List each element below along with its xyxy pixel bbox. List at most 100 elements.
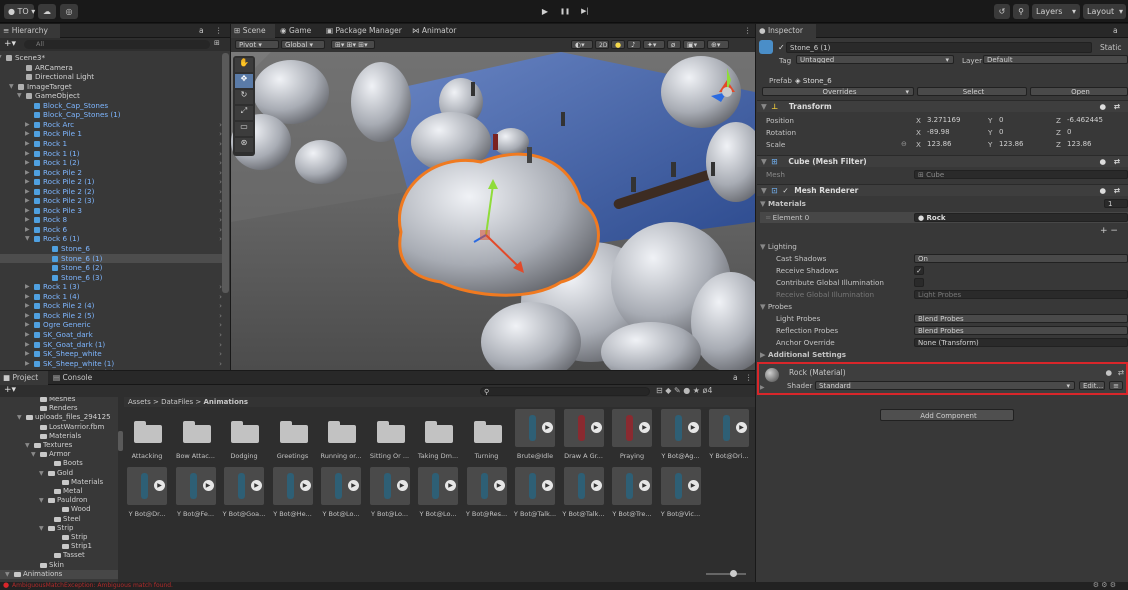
step-button[interactable]: ▶|	[576, 4, 594, 19]
asset-animation[interactable]: ▶ Y Bot@Dr...	[124, 467, 170, 519]
link-icon[interactable]: ⊖	[901, 140, 907, 148]
play-icon[interactable]: ▶	[590, 480, 602, 491]
shader-menu-icon[interactable]: ≡	[1109, 381, 1123, 390]
shader-edit-button[interactable]: Edit...	[1079, 381, 1105, 390]
play-icon[interactable]: ▶	[687, 422, 699, 433]
position-x-field[interactable]: 3.271169	[924, 116, 986, 125]
hierarchy-row[interactable]: ▶ SK_Sheep_white ›	[0, 349, 222, 359]
chevron-right-icon[interactable]: ›	[219, 359, 222, 369]
lighting-toggle[interactable]: ●	[611, 40, 625, 49]
lock-icon[interactable]: a	[196, 24, 208, 38]
hierarchy-row[interactable]: ▶ Rock 1 (3) ›	[0, 282, 222, 292]
play-icon[interactable]: ▶	[542, 480, 553, 491]
help-icon[interactable]: ●	[1099, 156, 1106, 168]
project-folder-row[interactable]: ▼ Strip	[0, 524, 118, 533]
layer-dropdown[interactable]: Default	[983, 55, 1128, 64]
help-icon[interactable]: ●	[1099, 101, 1106, 113]
asset-animation[interactable]: ▶ Y Bot@Lo...	[318, 467, 364, 519]
tab-game[interactable]: ◉ Game	[277, 24, 321, 38]
info-icon[interactable]: ●	[683, 386, 690, 395]
expand-arrow-icon[interactable]: ▶	[25, 187, 30, 197]
expand-arrow-icon[interactable]: ▶	[25, 129, 30, 139]
transform-tool-icon[interactable]: ⊛	[235, 138, 253, 152]
hierarchy-row[interactable]: ▶ Rock Pile 2 (2) ›	[0, 187, 222, 197]
tab-animator[interactable]: ⋈ Animator	[409, 24, 469, 38]
play-icon[interactable]: ▶	[251, 480, 262, 491]
play-icon[interactable]: ▶	[639, 480, 650, 491]
hierarchy-row[interactable]: ▶ Rock Pile 2 ›	[0, 168, 222, 178]
lock-icon[interactable]: a	[730, 371, 740, 385]
asset-animation[interactable]: ▶ Y Bot@He...	[270, 467, 316, 519]
mesh-field[interactable]: ⊞ Cube	[914, 170, 1128, 179]
asset-animation[interactable]: ▶ Y Bot@Lo...	[367, 467, 413, 519]
tag-dropdown[interactable]: Untagged ▾	[796, 55, 954, 64]
chevron-right-icon[interactable]: ›	[219, 292, 222, 302]
scale-y-field[interactable]: 123.86	[996, 140, 1052, 149]
project-folder-row[interactable]: Renders	[0, 404, 118, 413]
expand-arrow-icon[interactable]: ▶	[25, 158, 30, 168]
hierarchy-row[interactable]: Stone_6 (1)	[0, 253, 222, 264]
scale-tool-icon[interactable]: ⤢	[235, 106, 253, 120]
hierarchy-row[interactable]: ▼ Rock 6 (1) ›	[0, 234, 222, 244]
breadcrumb-animations[interactable]: Animations	[204, 398, 249, 406]
breadcrumb-assets[interactable]: Assets	[128, 398, 151, 406]
hierarchy-row[interactable]: ▶ Rock Pile 3 ›	[0, 206, 222, 216]
probes-foldout[interactable]: ▼ Probes	[760, 301, 792, 312]
shader-dropdown[interactable]: Standard ▾	[815, 381, 1075, 390]
project-folder-row[interactable]: Meshes	[0, 397, 118, 404]
account-button[interactable]: ● TO ▾	[4, 4, 35, 19]
more-menu-icon[interactable]: ⋮	[212, 24, 224, 38]
expand-arrow-icon[interactable]: ▶	[25, 120, 30, 130]
collab-button[interactable]: ◎	[60, 4, 78, 19]
asset-folder[interactable]: Greetings	[270, 409, 316, 461]
project-folder-row[interactable]: Steel	[0, 515, 118, 524]
hierarchy-row[interactable]: ▶ Rock Pile 1 ›	[0, 129, 222, 139]
scale-x-field[interactable]: 123.86	[924, 140, 986, 149]
project-folder-row[interactable]: ▼ Animations	[0, 569, 118, 579]
chevron-right-icon[interactable]: ›	[219, 301, 222, 311]
contribute-gi-checkbox[interactable]	[914, 278, 924, 287]
project-folder-row[interactable]: Wood	[0, 505, 118, 514]
position-y-field[interactable]: 0	[996, 116, 1052, 125]
hierarchy-row[interactable]: ARCamera	[0, 63, 222, 73]
expand-arrow-icon[interactable]: ▼	[17, 91, 22, 101]
project-folder-row[interactable]: ▼ Pauldron	[0, 496, 118, 505]
chevron-right-icon[interactable]: ›	[219, 320, 222, 330]
asset-folder[interactable]: Sitting Or ...	[367, 409, 413, 461]
active-checkbox[interactable]: ✓	[778, 43, 785, 52]
hierarchy-row[interactable]: ▶ Rock Arc ›	[0, 120, 222, 130]
expand-arrow-icon[interactable]: ▶	[25, 139, 30, 149]
rotation-y-field[interactable]: 0	[996, 128, 1052, 137]
hierarchy-row[interactable]: ▶ Rock Pile 2 (5) ›	[0, 311, 222, 321]
hierarchy-row[interactable]: ▶ Rock 1 (2) ›	[0, 158, 222, 168]
audio-toggle[interactable]: ♪	[627, 40, 641, 49]
hierarchy-row[interactable]: Stone_6 (3)	[0, 273, 222, 283]
expand-arrow-icon[interactable]: ▼	[9, 82, 14, 92]
reflection-probes-dropdown[interactable]: Blend Probes	[914, 326, 1128, 335]
create-icon[interactable]: +▾	[4, 385, 16, 395]
enabled-checkbox[interactable]: ✓	[782, 186, 788, 195]
anchor-override-field[interactable]: None (Transform)	[914, 338, 1128, 347]
play-icon[interactable]: ▶	[396, 480, 408, 491]
asset-animation[interactable]: ▶ Y Bot@Goa...	[221, 467, 267, 519]
tab-hierarchy[interactable]: ≡ Hierarchy	[0, 24, 60, 38]
asset-animation[interactable]: ▶ Y Bot@Dri...	[706, 409, 752, 461]
history-button[interactable]: ↺	[994, 4, 1010, 19]
asset-animation[interactable]: ▶ Y Bot@Fe...	[173, 467, 219, 519]
cast-shadows-dropdown[interactable]: On	[914, 254, 1128, 263]
hierarchy-scrollbar[interactable]	[222, 53, 229, 293]
help-icon[interactable]: ●	[1105, 368, 1112, 377]
hierarchy-row[interactable]: ▶ SK_Goat_dark (1) ›	[0, 340, 222, 350]
expand-arrow-icon[interactable]: ▼	[39, 496, 44, 505]
tab-package-manager[interactable]: ▣ Package Manager	[323, 24, 407, 38]
gizmos-dropdown[interactable]: ⊕▾	[707, 40, 729, 49]
play-icon[interactable]: ▶	[687, 480, 699, 491]
selected-stone-outline[interactable]	[398, 152, 600, 297]
settings-icon[interactable]: ⇄	[1114, 156, 1120, 168]
hierarchy-row[interactable]: Directional Light	[0, 72, 222, 82]
favorite-icon[interactable]: ★	[693, 386, 700, 395]
hierarchy-row[interactable]: Block_Cap_Stones (1)	[0, 110, 222, 120]
project-folder-row[interactable]: LostWarrior.fbm	[0, 423, 118, 432]
expand-arrow-icon[interactable]: ▶	[25, 359, 30, 369]
expand-arrow-icon[interactable]: ▶	[25, 292, 30, 302]
